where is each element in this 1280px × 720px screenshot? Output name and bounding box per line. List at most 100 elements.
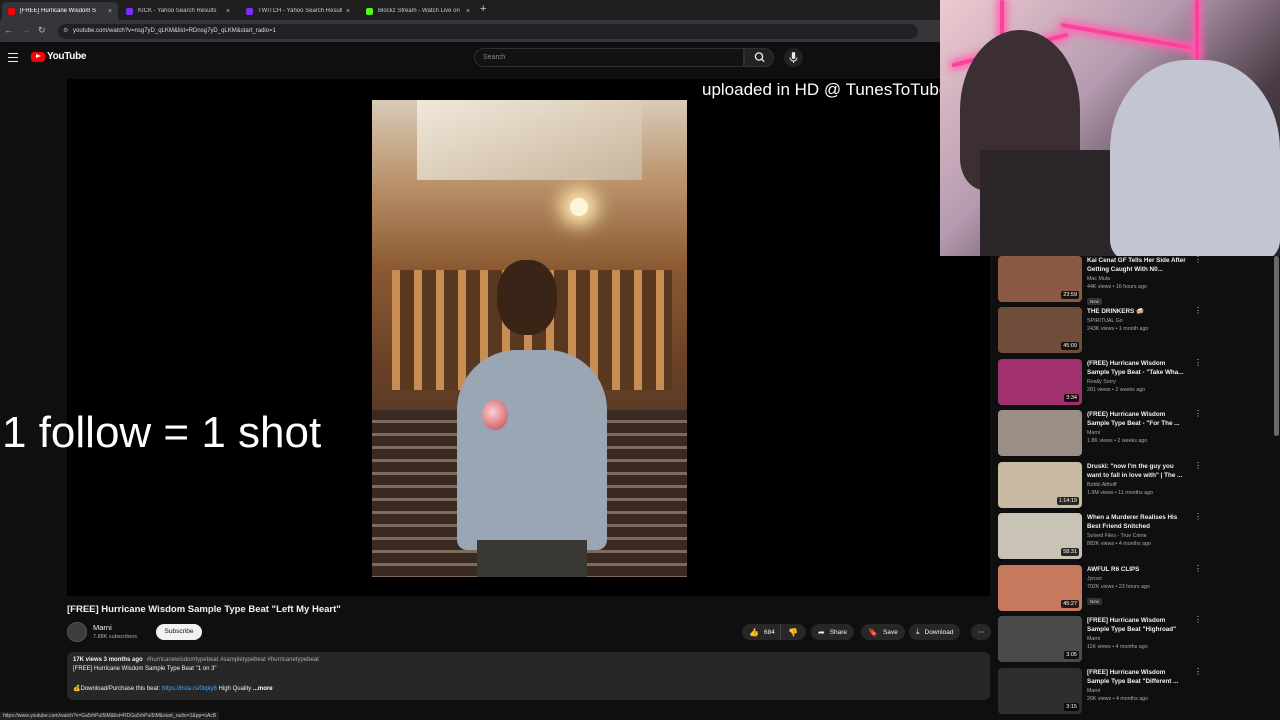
tab-close-icon[interactable]: × <box>108 8 112 15</box>
browser-tab[interactable]: [FREE] Hurricane Wisdom S × <box>2 2 118 20</box>
like-count: 684 <box>763 628 775 636</box>
recommended-video[interactable]: 3:15 [FREE] Hurricane Wisdom Sample Type … <box>998 668 1280 716</box>
video-thumbnail[interactable]: 3:34 <box>998 359 1082 405</box>
recommended-video-title[interactable]: [FREE] Hurricane Wisdom Sample Type Beat… <box>1087 616 1187 634</box>
video-thumbnail[interactable]: 3:05 <box>998 616 1082 662</box>
video-player[interactable] <box>67 79 990 596</box>
video-thumbnail[interactable]: 45:27 <box>998 565 1082 611</box>
video-thumbnail[interactable]: 1:14:19 <box>998 462 1082 508</box>
recommended-video-meta: 281 views • 2 weeks ago <box>1087 387 1146 393</box>
bookmark-icon: 🔖 <box>868 627 878 637</box>
share-button[interactable]: ➦ Share <box>811 624 855 640</box>
recommended-video[interactable]: (FREE) Hurricane Wisdom Sample Type Beat… <box>998 410 1280 458</box>
download-button[interactable]: ⤓ Download <box>909 624 961 640</box>
recommended-channel-name[interactable]: Marni <box>1087 688 1187 694</box>
recommended-channel-name[interactable]: Marni <box>1087 430 1187 436</box>
tab-title: Blockz Stream - Watch Live on K <box>378 8 462 14</box>
browser-tab[interactable]: KICK - Yahoo Search Results × <box>120 2 236 20</box>
stream-overlay-text-top: uploaded in HD @ TunesToTube <box>702 80 949 99</box>
video-duration: 3:34 <box>1064 394 1079 402</box>
more-vertical-icon[interactable]: ⋮ <box>1194 359 1202 367</box>
subscribe-button[interactable]: Subscribe <box>156 624 202 640</box>
beat-purchase-link[interactable]: https://bsta.rs/0lqky6 <box>162 686 217 692</box>
description-box[interactable]: 17K views 3 months ago #hurricanewisdomty… <box>67 652 990 700</box>
browser-tab[interactable]: Blockz Stream - Watch Live on K × <box>360 2 476 20</box>
recommended-channel-name[interactable]: Solved Files - True Crime <box>1087 533 1187 539</box>
recommended-video-title[interactable]: Kai Cenat GF Tells Her Side After Gettin… <box>1087 256 1187 274</box>
views-date: 17K views 3 months ago <box>73 657 143 663</box>
recommended-video[interactable]: 1:14:19 Druski: "now I'm the guy you want… <box>998 462 1280 510</box>
new-tab-button[interactable]: + <box>480 3 486 15</box>
voice-search-button[interactable] <box>784 48 803 67</box>
site-info-icon[interactable]: ⚙ <box>63 27 68 34</box>
subscriber-count: 7.88K subscribers <box>93 634 138 640</box>
recommended-video[interactable]: 23:59 Kai Cenat GF Tells Her Side After G… <box>998 256 1280 305</box>
reload-icon[interactable]: ↻ <box>38 25 46 36</box>
search-button[interactable] <box>744 48 774 67</box>
description-download-text: 💰Download/Purchase this beat: <box>73 686 162 692</box>
show-more-button[interactable]: ...more <box>251 686 273 692</box>
hamburger-menu-icon[interactable] <box>8 53 18 65</box>
recommended-channel-name[interactable]: Jynxzi <box>1087 576 1187 582</box>
tab-close-icon[interactable]: × <box>226 8 230 15</box>
channel-avatar[interactable] <box>67 622 87 642</box>
back-icon[interactable]: ← <box>4 25 13 35</box>
more-vertical-icon[interactable]: ⋮ <box>1194 513 1202 521</box>
recommended-video[interactable]: 3:34 (FREE) Hurricane Wisdom Sample Type … <box>998 359 1280 407</box>
video-thumbnail[interactable] <box>998 410 1082 456</box>
recommended-video[interactable]: 45:27 AWFUL R6 CLIPS Jynxzi 702K views • 23… <box>998 565 1280 613</box>
recommended-video-title[interactable]: AWFUL R6 CLIPS <box>1087 565 1187 574</box>
like-button[interactable]: 👍 684 <box>742 624 780 640</box>
recommended-video-title[interactable]: (FREE) Hurricane Wisdom Sample Type Beat… <box>1087 410 1187 428</box>
recommended-video[interactable]: 58:31 When a Murderer Realises His Best F… <box>998 513 1280 561</box>
channel-name[interactable]: Marni <box>93 623 112 632</box>
recommended-channel-name[interactable]: SPIRITUAL Go <box>1087 318 1187 324</box>
tab-favicon-icon <box>366 7 373 15</box>
recommended-channel-name[interactable]: Mac Mula <box>1087 276 1187 282</box>
search-input[interactable]: Search <box>474 48 744 67</box>
save-button[interactable]: 🔖 Save <box>861 624 905 640</box>
recommended-channel-name[interactable]: Really Sorry <box>1087 379 1187 385</box>
forward-icon[interactable]: → <box>21 25 30 35</box>
video-thumbnail[interactable]: 23:59 <box>998 256 1082 302</box>
video-duration: 23:59 <box>1061 291 1079 299</box>
recommended-video-title[interactable]: Druski: "now I'm the guy you want to fal… <box>1087 462 1187 480</box>
video-thumbnail[interactable]: 3:15 <box>998 668 1082 714</box>
hashtags[interactable]: #hurricanewisdomtypebeat #sampletypebeat… <box>147 657 319 663</box>
logo-text: YouTube <box>47 51 87 62</box>
tab-close-icon[interactable]: × <box>466 8 470 15</box>
tab-close-icon[interactable]: × <box>346 8 350 15</box>
dislike-button[interactable]: 👎 <box>780 624 806 640</box>
thumbs-down-icon: 👎 <box>788 627 798 637</box>
recommended-video-title[interactable]: [FREE] Hurricane Wisdom Sample Type Beat… <box>1087 668 1187 686</box>
more-horizontal-icon: ⋯ <box>977 629 985 636</box>
recommended-video-title[interactable]: (FREE) Hurricane Wisdom Sample Type Beat… <box>1087 359 1187 377</box>
more-vertical-icon[interactable]: ⋮ <box>1194 410 1202 418</box>
more-vertical-icon[interactable]: ⋮ <box>1194 307 1202 315</box>
youtube-logo[interactable]: YouTube <box>31 51 87 62</box>
description-quality-text: High Quality <box>216 686 252 692</box>
recommended-video[interactable]: 45:09 THE DRINKERS 🍻 SPIRITUAL Go 243K view… <box>998 307 1280 355</box>
more-vertical-icon[interactable]: ⋮ <box>1194 668 1202 676</box>
more-actions-button[interactable]: ⋯ <box>971 624 991 640</box>
url-text: youtube.com/watch?v=nsg7yD_qLKM&list=RDn… <box>73 28 276 34</box>
more-vertical-icon[interactable]: ⋮ <box>1194 462 1202 470</box>
recommended-video[interactable]: 3:05 [FREE] Hurricane Wisdom Sample Type … <box>998 616 1280 664</box>
recommended-video-meta: 1.8K views • 2 weeks ago <box>1087 438 1148 444</box>
sidebar-scrollbar[interactable] <box>1274 256 1279 436</box>
recommended-video-meta: 11K views • 4 months ago <box>1087 644 1148 650</box>
browser-address-bar: ← → ↻ ⚙ youtube.com/watch?v=nsg7yD_qLKM&… <box>0 20 940 42</box>
more-vertical-icon[interactable]: ⋮ <box>1194 565 1202 573</box>
video-duration: 1:14:19 <box>1056 497 1079 505</box>
download-icon: ⤓ <box>916 627 920 636</box>
recommended-channel-name[interactable]: Bobbi Althoff <box>1087 482 1187 488</box>
recommended-channel-name[interactable]: Marni <box>1087 636 1187 642</box>
url-field[interactable]: ⚙ youtube.com/watch?v=nsg7yD_qLKM&list=R… <box>58 24 918 39</box>
video-thumbnail[interactable]: 45:09 <box>998 307 1082 353</box>
more-vertical-icon[interactable]: ⋮ <box>1194 616 1202 624</box>
recommended-video-title[interactable]: When a Murderer Realises His Best Friend… <box>1087 513 1187 531</box>
recommended-video-title[interactable]: THE DRINKERS 🍻 <box>1087 307 1187 316</box>
video-thumbnail[interactable]: 58:31 <box>998 513 1082 559</box>
more-vertical-icon[interactable]: ⋮ <box>1194 256 1202 264</box>
browser-tab[interactable]: TWITCH - Yahoo Search Results × <box>240 2 356 20</box>
